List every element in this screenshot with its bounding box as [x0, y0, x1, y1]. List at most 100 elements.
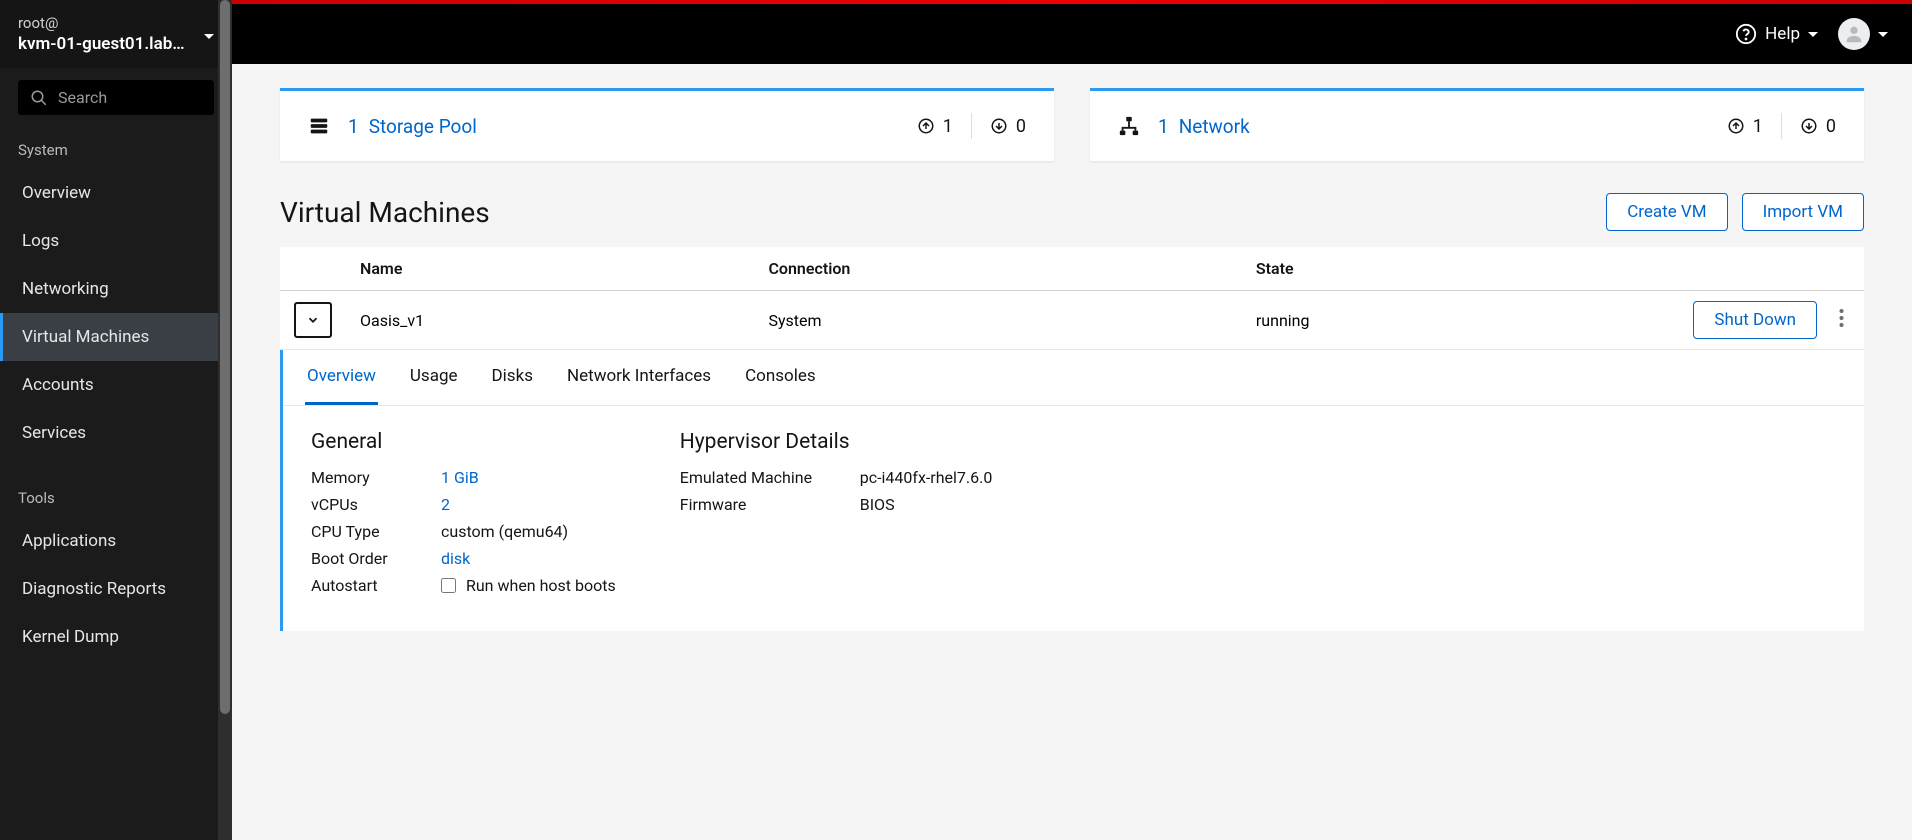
autostart-text: Run when host boots — [466, 576, 616, 595]
tab-overview[interactable]: Overview — [305, 350, 378, 405]
tab-consoles[interactable]: Consoles — [743, 350, 818, 405]
general-heading: General — [311, 430, 616, 454]
vcpus-value[interactable]: 2 — [441, 495, 450, 514]
sidebar-item-accounts[interactable]: Accounts — [0, 361, 232, 409]
sidebar-item-label: Applications — [22, 531, 116, 551]
sidebar-item-virtual-machines[interactable]: Virtual Machines — [0, 313, 232, 361]
vm-table: Name Connection State Oasis_v1 — [280, 247, 1864, 631]
help-icon — [1735, 23, 1757, 45]
create-vm-button[interactable]: Create VM — [1606, 193, 1727, 231]
sidebar-item-applications[interactable]: Applications — [0, 517, 232, 565]
tab-network-interfaces[interactable]: Network Interfaces — [565, 350, 713, 405]
network-icon — [1118, 115, 1140, 137]
sidebar-item-diagnostic-reports[interactable]: Diagnostic Reports — [0, 565, 232, 613]
col-connection: Connection — [754, 247, 1241, 291]
help-menu[interactable]: Help — [1735, 23, 1818, 45]
storage-pool-card: 1 Storage Pool 1 0 — [280, 88, 1054, 161]
memory-value[interactable]: 1 GiB — [441, 468, 479, 487]
chevron-down-icon — [306, 313, 320, 327]
divider — [1781, 113, 1782, 139]
tabs: Overview Usage Disks Network Interfaces … — [283, 350, 1864, 406]
autostart-label: Autostart — [311, 576, 421, 595]
sidebar-item-overview[interactable]: Overview — [0, 169, 232, 217]
table-row: Oasis_v1 System running Shut Down — [280, 291, 1864, 350]
stat-value: 0 — [1016, 116, 1026, 137]
kebab-icon — [1839, 308, 1844, 328]
sidebar-item-networking[interactable]: Networking — [0, 265, 232, 313]
sidebar-item-label: Accounts — [22, 375, 94, 395]
boot-order-value[interactable]: disk — [441, 549, 470, 568]
caret-down-icon — [204, 24, 214, 44]
stat-value: 1 — [943, 116, 953, 137]
network-label: Network — [1179, 115, 1250, 138]
sidebar-item-label: Logs — [22, 231, 59, 251]
host-picker[interactable]: root@ kvm-01-guest01.lab.e... — [0, 0, 232, 68]
sidebar-item-services[interactable]: Services — [0, 409, 232, 457]
emulated-machine-value: pc-i440fx-rhel7.6.0 — [860, 468, 993, 487]
arrow-down-circle-icon — [1800, 117, 1818, 135]
vm-name: Oasis_v1 — [346, 291, 754, 350]
stat-value: 1 — [1753, 116, 1763, 137]
page-title: Virtual Machines — [280, 196, 490, 229]
sidebar-item-label: Kernel Dump — [22, 627, 119, 647]
expand-toggle[interactable] — [294, 302, 332, 338]
search-input[interactable] — [58, 88, 202, 107]
col-state: State — [1242, 247, 1604, 291]
arrow-up-circle-icon — [1727, 117, 1745, 135]
network-link[interactable]: 1 Network — [1158, 115, 1250, 138]
sidebar-scrollbar-thumb[interactable] — [220, 0, 230, 714]
firmware-value: BIOS — [860, 495, 895, 514]
cpu-type-value: custom (qemu64) — [441, 522, 568, 541]
col-name: Name — [346, 247, 754, 291]
host-picker-user: root@ — [18, 14, 188, 32]
nav-section-tools: Tools — [0, 475, 232, 517]
vm-state: running — [1242, 291, 1604, 350]
autostart-checkbox[interactable] — [441, 578, 456, 593]
sidebar-item-logs[interactable]: Logs — [0, 217, 232, 265]
sidebar-item-label: Services — [22, 423, 86, 443]
caret-down-icon — [1878, 32, 1888, 37]
sidebar-scrollbar[interactable] — [218, 0, 232, 840]
main-content: 1 Storage Pool 1 0 — [232, 64, 1912, 840]
hypervisor-section: Hypervisor Details Emulated Machine pc-i… — [680, 430, 993, 603]
host-picker-host: kvm-01-guest01.lab.e... — [18, 34, 188, 54]
tab-usage[interactable]: Usage — [408, 350, 460, 405]
search-icon — [30, 89, 48, 107]
vm-detail-panel: Overview Usage Disks Network Interfaces … — [280, 350, 1864, 631]
sidebar-item-label: Virtual Machines — [22, 327, 149, 347]
boot-order-label: Boot Order — [311, 549, 421, 568]
vm-connection: System — [754, 291, 1241, 350]
storage-icon — [308, 115, 330, 137]
top-header: Help — [232, 4, 1912, 64]
arrow-down-circle-icon — [990, 117, 1008, 135]
user-menu[interactable] — [1838, 18, 1888, 50]
caret-down-icon — [1808, 32, 1818, 37]
vcpus-label: vCPUs — [311, 495, 421, 514]
storage-pool-label: Storage Pool — [369, 115, 477, 138]
hypervisor-heading: Hypervisor Details — [680, 430, 993, 454]
cpu-type-label: CPU Type — [311, 522, 421, 541]
tab-disks[interactable]: Disks — [490, 350, 535, 405]
arrow-up-circle-icon — [917, 117, 935, 135]
import-vm-button[interactable]: Import VM — [1742, 193, 1864, 231]
storage-up-stat: 1 — [917, 116, 953, 137]
shutdown-button[interactable]: Shut Down — [1693, 301, 1817, 339]
sidebar: root@ kvm-01-guest01.lab.e... System Ove… — [0, 0, 232, 840]
memory-label: Memory — [311, 468, 421, 487]
emulated-machine-label: Emulated Machine — [680, 468, 840, 487]
storage-pool-link[interactable]: 1 Storage Pool — [348, 115, 477, 138]
nav-section-system: System — [0, 127, 232, 169]
stat-value: 0 — [1826, 116, 1836, 137]
sidebar-item-label: Diagnostic Reports — [22, 579, 166, 599]
network-down-stat: 0 — [1800, 116, 1836, 137]
sidebar-item-kernel-dump[interactable]: Kernel Dump — [0, 613, 232, 661]
kebab-menu[interactable] — [1833, 302, 1850, 338]
network-card: 1 Network 1 0 — [1090, 88, 1864, 161]
search-box[interactable] — [18, 80, 214, 115]
storage-pool-count: 1 — [348, 115, 359, 138]
sidebar-item-label: Networking — [22, 279, 109, 299]
sidebar-item-label: Overview — [22, 183, 91, 203]
network-up-stat: 1 — [1727, 116, 1763, 137]
network-count: 1 — [1158, 115, 1169, 138]
avatar — [1838, 18, 1870, 50]
